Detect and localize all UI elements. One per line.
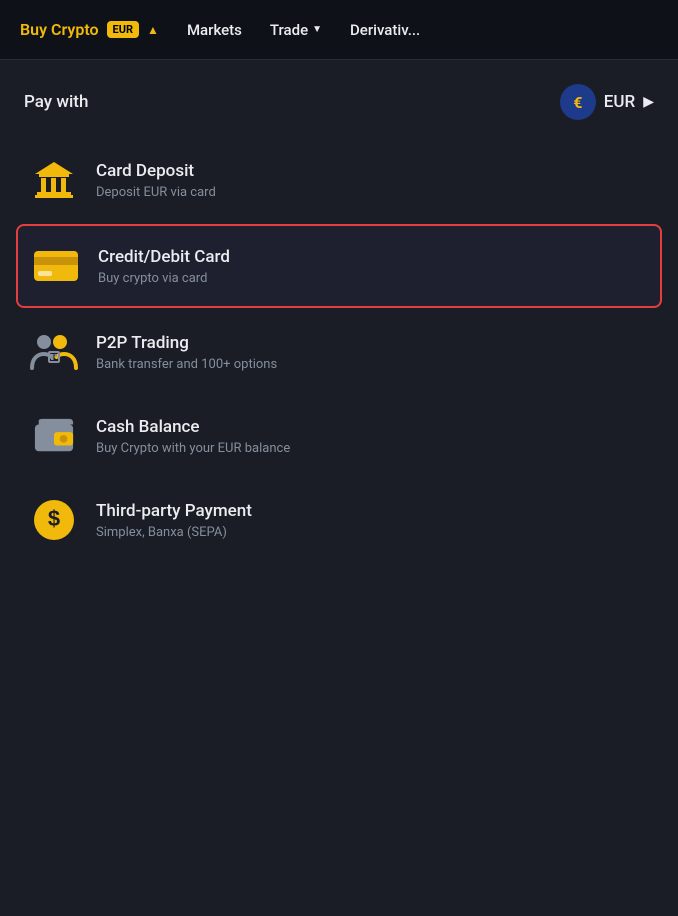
- pay-with-header: Pay with € EUR ▶: [0, 60, 678, 140]
- p2p-subtitle: Bank transfer and 100+ options: [96, 357, 277, 372]
- buy-crypto-nav[interactable]: Buy Crypto EUR ▲: [20, 20, 159, 39]
- derivatives-nav-item[interactable]: Derivativ...: [350, 21, 420, 39]
- currency-badge: EUR: [107, 21, 140, 38]
- currency-symbol: €: [573, 93, 582, 112]
- third-party-icon-container: $: [28, 498, 80, 542]
- cash-balance-icon-container: [28, 414, 80, 458]
- credit-debit-icon-container: [30, 244, 82, 288]
- card-deposit-icon-container: [28, 158, 80, 202]
- trade-dropdown-icon: ▼: [312, 24, 322, 35]
- p2p-title: P2P Trading: [96, 333, 277, 353]
- derivatives-label: Derivativ...: [350, 21, 420, 39]
- credit-debit-title: Credit/Debit Card: [98, 247, 230, 267]
- currency-chevron-icon: ▶: [643, 94, 654, 110]
- buy-crypto-label: Buy Crypto: [20, 20, 99, 39]
- bank-icon: [31, 158, 77, 202]
- markets-label: Markets: [187, 21, 242, 39]
- trade-nav-item[interactable]: Trade ▼: [270, 21, 322, 39]
- p2p-icon-container: [28, 330, 80, 374]
- p2p-trading-icon: [30, 332, 78, 372]
- currency-code: EUR: [604, 92, 635, 112]
- card-deposit-title: Card Deposit: [96, 161, 216, 181]
- third-party-info: Third-party Payment Simplex, Banxa (SEPA…: [96, 501, 252, 540]
- pay-with-label: Pay with: [24, 92, 88, 112]
- payment-option-p2p[interactable]: P2P Trading Bank transfer and 100+ optio…: [16, 312, 662, 392]
- navbar: Buy Crypto EUR ▲ Markets Trade ▼ Derivat…: [0, 0, 678, 60]
- payment-option-third-party[interactable]: $ Third-party Payment Simplex, Banxa (SE…: [16, 480, 662, 560]
- card-deposit-subtitle: Deposit EUR via card: [96, 185, 216, 200]
- arrow-up-icon: ▲: [147, 23, 159, 37]
- markets-nav-item[interactable]: Markets: [187, 21, 242, 39]
- credit-card-icon: [32, 247, 80, 285]
- trade-label: Trade: [270, 21, 308, 39]
- currency-selector[interactable]: € EUR ▶: [560, 84, 654, 120]
- p2p-info: P2P Trading Bank transfer and 100+ optio…: [96, 333, 277, 372]
- payment-option-credit-debit-card[interactable]: Credit/Debit Card Buy crypto via card: [16, 224, 662, 308]
- cash-balance-info: Cash Balance Buy Crypto with your EUR ba…: [96, 417, 290, 456]
- third-party-subtitle: Simplex, Banxa (SEPA): [96, 525, 252, 540]
- svg-text:$: $: [48, 506, 60, 531]
- dollar-circle-icon: $: [32, 498, 76, 542]
- currency-icon: €: [560, 84, 596, 120]
- card-deposit-info: Card Deposit Deposit EUR via card: [96, 161, 216, 200]
- main-content: Pay with € EUR ▶: [0, 60, 678, 560]
- cash-balance-title: Cash Balance: [96, 417, 290, 437]
- payment-options-list: Card Deposit Deposit EUR via card Credit…: [0, 140, 678, 560]
- third-party-title: Third-party Payment: [96, 501, 252, 521]
- credit-debit-info: Credit/Debit Card Buy crypto via card: [98, 247, 230, 286]
- cash-balance-subtitle: Buy Crypto with your EUR balance: [96, 441, 290, 456]
- wallet-icon: [33, 416, 75, 456]
- payment-option-cash-balance[interactable]: Cash Balance Buy Crypto with your EUR ba…: [16, 396, 662, 476]
- credit-debit-subtitle: Buy crypto via card: [98, 271, 230, 286]
- payment-option-card-deposit[interactable]: Card Deposit Deposit EUR via card: [16, 140, 662, 220]
